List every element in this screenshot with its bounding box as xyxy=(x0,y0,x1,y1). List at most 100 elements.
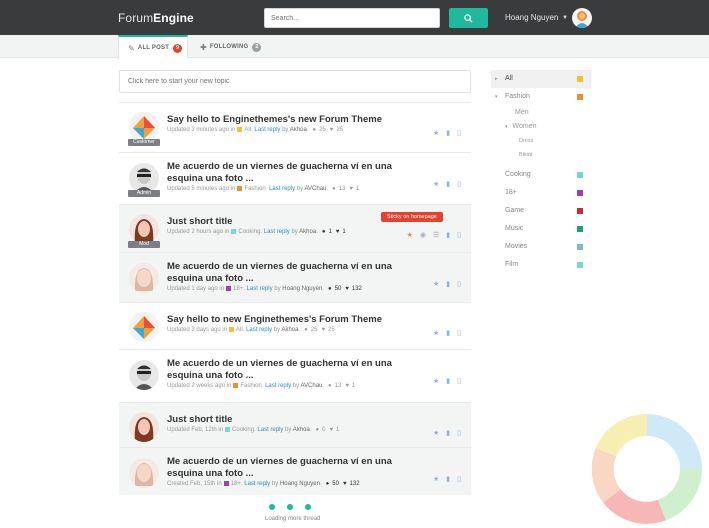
star-icon[interactable]: ★ xyxy=(433,430,439,437)
lock-icon[interactable]: ▮ xyxy=(446,330,450,337)
lock-icon[interactable]: ▮ xyxy=(446,430,450,437)
thread-row[interactable]: Me acuerdo de un viernes de guacherna ví… xyxy=(119,252,471,302)
reply-user[interactable]: AVChau xyxy=(304,186,326,192)
lock-icon[interactable]: ▮ xyxy=(446,232,450,239)
thread-row[interactable]: Customer Say hello to Enginethemes's new … xyxy=(119,102,471,152)
lock-icon[interactable]: ▮ xyxy=(446,378,450,385)
thread-title[interactable]: Just short title xyxy=(167,414,407,426)
thread-title[interactable]: Me acuerdo de un viernes de guacherna ví… xyxy=(167,161,407,185)
star-icon[interactable]: ★ xyxy=(433,378,439,385)
last-reply-link[interactable]: Last reply xyxy=(257,427,283,433)
thread-row[interactable]: Just short title Updated Feb, 12th in Cook… xyxy=(119,402,471,447)
thread-row[interactable]: Say hello to new Enginethemes's Forum Th… xyxy=(119,302,471,349)
trash-icon[interactable]: ▯ xyxy=(457,232,461,239)
thread-actions: ★ ▮ ▯ xyxy=(426,129,461,137)
sidebar-category[interactable]: Music xyxy=(491,220,591,238)
sidebar-subcategory[interactable]: Men xyxy=(491,106,591,120)
category-link[interactable]: All xyxy=(236,327,243,333)
search-button[interactable] xyxy=(449,8,488,28)
category-link[interactable]: Fashion xyxy=(244,186,265,192)
author-avatar[interactable] xyxy=(129,312,159,342)
sidebar-subcategory[interactable]: ▾ Women xyxy=(491,120,591,134)
thread-title[interactable]: Say hello to Enginethemes's new Forum Th… xyxy=(167,114,407,126)
last-reply-link[interactable]: Last reply xyxy=(269,186,295,192)
list-icon[interactable]: ☰ xyxy=(433,232,439,239)
thread-title[interactable]: Me acuerdo de un viernes de guacherna ví… xyxy=(167,261,407,285)
user-name[interactable]: Hoang Nguyen xyxy=(505,13,558,22)
lock-icon[interactable]: ▮ xyxy=(446,181,450,188)
author-avatar[interactable] xyxy=(129,263,159,293)
tab-all-post[interactable]: ✎ ALL POST 9 xyxy=(118,35,188,59)
trash-icon[interactable]: ▯ xyxy=(457,130,461,137)
thread-row[interactable]: Me acuerdo de un viernes de guacherna ví… xyxy=(119,349,471,402)
thread-row[interactable]: Mod Just short title Updated 2 hours ago i… xyxy=(119,204,471,252)
last-reply-link[interactable]: Last reply xyxy=(244,481,270,487)
lock-icon[interactable]: ▮ xyxy=(446,130,450,137)
last-reply-link[interactable]: Last reply xyxy=(264,229,290,235)
last-reply-link[interactable]: Last reply xyxy=(246,327,272,333)
sidebar-category[interactable]: ▸ All xyxy=(491,70,591,88)
last-reply-link[interactable]: Last reply xyxy=(247,286,273,292)
tab-following[interactable]: ✚ FOLLOWING 2 xyxy=(200,35,270,59)
reply-user[interactable]: Hoang Nguyen xyxy=(282,286,322,292)
trash-icon[interactable]: ▯ xyxy=(457,378,461,385)
category-link[interactable]: Cooking xyxy=(238,229,260,235)
author-avatar[interactable] xyxy=(129,412,159,442)
category-link[interactable]: Fashion xyxy=(240,383,261,389)
author-avatar[interactable] xyxy=(129,112,159,142)
category-label: All xyxy=(505,75,513,82)
sidebar-category[interactable]: ▾ Fashion xyxy=(491,88,591,106)
reply-user[interactable]: Akhoa xyxy=(299,229,316,235)
lock-icon[interactable]: ▮ xyxy=(446,476,450,483)
star-icon[interactable]: ★ xyxy=(433,281,439,288)
thread-row[interactable]: Me acuerdo de un viernes de guacherna ví… xyxy=(119,447,471,495)
sidebar-subcategory[interactable]: Dress xyxy=(491,134,591,148)
trash-icon[interactable]: ▯ xyxy=(457,430,461,437)
star-icon[interactable]: ★ xyxy=(433,130,439,137)
sidebar-subcategory[interactable]: Bikini xyxy=(491,148,591,162)
category-color xyxy=(577,262,583,268)
reply-user[interactable]: Akhoa xyxy=(290,127,307,133)
category-link[interactable]: 18+ xyxy=(233,286,243,292)
sidebar-category[interactable]: Cooking xyxy=(491,166,591,184)
author-avatar[interactable] xyxy=(129,458,159,488)
thread-title[interactable]: Just short title xyxy=(167,216,407,228)
trash-icon[interactable]: ▯ xyxy=(457,281,461,288)
comment-count: 1 xyxy=(328,229,332,236)
thread-title[interactable]: Me acuerdo de un viernes de guacherna ví… xyxy=(167,456,407,480)
thread-title[interactable]: Me acuerdo de un viernes de guacherna ví… xyxy=(167,358,407,382)
trash-icon[interactable]: ▯ xyxy=(457,330,461,337)
author-avatar[interactable] xyxy=(129,214,159,244)
new-topic-input[interactable] xyxy=(119,70,471,93)
last-reply-link[interactable]: Last reply xyxy=(265,383,291,389)
category-label: Dress xyxy=(519,138,534,144)
star-icon[interactable]: ★ xyxy=(433,476,439,483)
author-avatar[interactable] xyxy=(129,163,159,193)
user-avatar[interactable] xyxy=(572,8,592,28)
pin-icon[interactable]: ◉ xyxy=(420,232,426,239)
thread-row[interactable]: Admin Me acuerdo de un viernes de guacher… xyxy=(119,152,471,204)
sidebar-category[interactable]: Game xyxy=(491,202,591,220)
sidebar-category[interactable]: Movies xyxy=(491,238,591,256)
sidebar-category[interactable]: Film xyxy=(491,256,591,274)
category-link[interactable]: Cooking xyxy=(232,427,254,433)
trash-icon[interactable]: ▯ xyxy=(457,181,461,188)
category-link[interactable]: All xyxy=(244,127,251,133)
author-avatar[interactable] xyxy=(129,360,159,390)
thread-title[interactable]: Say hello to new Enginethemes's Forum Th… xyxy=(167,314,407,326)
reply-user[interactable]: AVChau xyxy=(300,383,322,389)
last-reply-link[interactable]: Last reply xyxy=(254,127,280,133)
lock-icon[interactable]: ▮ xyxy=(446,281,450,288)
chevron-down-icon[interactable]: ▼ xyxy=(562,15,568,21)
star-icon[interactable]: ★ xyxy=(433,181,439,188)
reply-user[interactable]: Akhoa xyxy=(281,327,298,333)
site-logo[interactable]: ForumEngine xyxy=(118,11,194,25)
sidebar-category[interactable]: 18+ xyxy=(491,184,591,202)
category-link[interactable]: 18+ xyxy=(231,481,241,487)
star-icon[interactable]: ★ xyxy=(407,232,413,239)
reply-user[interactable]: Hoang Nguyen xyxy=(280,481,320,487)
reply-user[interactable]: Akhoa xyxy=(293,427,310,433)
trash-icon[interactable]: ▯ xyxy=(457,476,461,483)
search-input[interactable] xyxy=(264,8,440,28)
star-icon[interactable]: ★ xyxy=(433,330,439,337)
